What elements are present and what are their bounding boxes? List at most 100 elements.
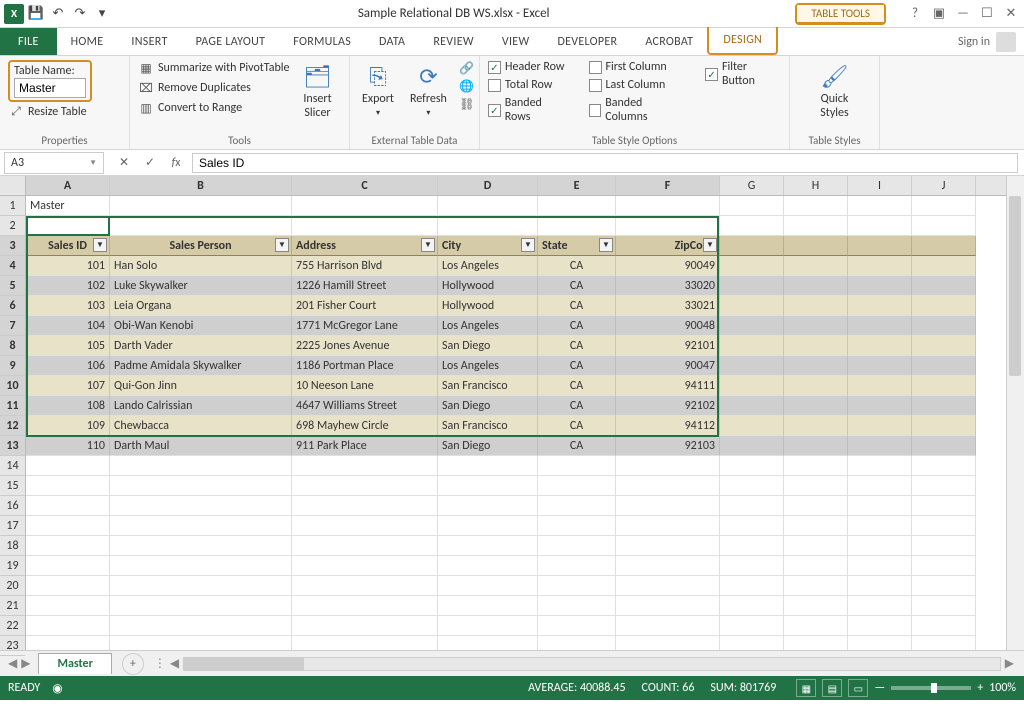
cell[interactable]: CA (538, 336, 616, 356)
cell[interactable] (848, 396, 912, 416)
cell[interactable] (848, 296, 912, 316)
cell[interactable] (720, 376, 784, 396)
cell[interactable]: 10 Neeson Lane (292, 376, 438, 396)
zoom-level[interactable]: 100% (989, 681, 1016, 695)
row-header[interactable]: 23 (0, 636, 25, 656)
row-header[interactable]: 4 (0, 256, 25, 276)
cell[interactable] (848, 336, 912, 356)
cell[interactable] (848, 276, 912, 296)
link-icon[interactable]: 🔗 (459, 60, 475, 76)
cell[interactable] (538, 616, 616, 636)
cell[interactable] (912, 216, 976, 236)
row-header[interactable]: 5 (0, 276, 25, 296)
column-header[interactable]: C (292, 176, 438, 195)
cell[interactable]: 102 (26, 276, 110, 296)
hscroll-menu-icon[interactable]: ⋮ (154, 656, 166, 671)
last-column-check[interactable]: Last Column (589, 78, 686, 92)
cell[interactable] (110, 616, 292, 636)
new-sheet-button[interactable]: + (122, 653, 144, 675)
cell[interactable]: Padme Amidala Skywalker (110, 356, 292, 376)
cell[interactable] (848, 376, 912, 396)
cell[interactable] (292, 476, 438, 496)
cell[interactable] (110, 536, 292, 556)
row-header[interactable]: 1 (0, 196, 25, 216)
cell[interactable] (784, 316, 848, 336)
cell[interactable]: CA (538, 296, 616, 316)
tab-design[interactable]: DESIGN (707, 27, 778, 55)
cell[interactable]: Hollywood (438, 276, 538, 296)
cell[interactable] (26, 596, 110, 616)
refresh-button[interactable]: ⟳Refresh▾ (406, 60, 451, 120)
row-header[interactable]: 7 (0, 316, 25, 336)
cell[interactable] (912, 376, 976, 396)
cell[interactable]: Los Angeles (438, 316, 538, 336)
cell[interactable]: Sales Person▼ (110, 236, 292, 256)
help-icon[interactable]: ? (906, 5, 924, 23)
cell[interactable] (538, 576, 616, 596)
cell[interactable] (616, 516, 720, 536)
tab-file[interactable]: FILE (0, 28, 57, 55)
sign-in-link[interactable]: Sign in (958, 35, 990, 49)
cell[interactable] (438, 196, 538, 216)
cell[interactable] (784, 416, 848, 436)
cell[interactable]: Darth Vader (110, 336, 292, 356)
cell[interactable]: 92101 (616, 336, 720, 356)
cell[interactable] (438, 496, 538, 516)
cell[interactable] (784, 576, 848, 596)
zoom-out-button[interactable]: — (874, 681, 885, 695)
cell[interactable]: Darth Maul (110, 436, 292, 456)
cell[interactable] (616, 596, 720, 616)
insert-slicer-button[interactable]: 🗂Insert Slicer (298, 60, 338, 122)
cell[interactable] (720, 416, 784, 436)
cell[interactable] (538, 216, 616, 236)
cell[interactable] (848, 456, 912, 476)
cell[interactable] (720, 596, 784, 616)
cell[interactable] (848, 236, 912, 256)
cell[interactable] (720, 276, 784, 296)
cell[interactable] (720, 536, 784, 556)
cell[interactable] (912, 476, 976, 496)
export-button[interactable]: ⎘Export▾ (358, 60, 398, 120)
cell[interactable] (720, 356, 784, 376)
tab-data[interactable]: DATA (365, 28, 419, 55)
cell[interactable]: Hollywood (438, 296, 538, 316)
cell[interactable]: 109 (26, 416, 110, 436)
scroll-thumb[interactable] (184, 658, 304, 670)
cell[interactable]: CA (538, 356, 616, 376)
tab-formulas[interactable]: FORMULAS (279, 28, 365, 55)
cell[interactable]: Luke Skywalker (110, 276, 292, 296)
cell[interactable] (292, 536, 438, 556)
cell[interactable] (912, 416, 976, 436)
tab-review[interactable]: REVIEW (419, 28, 488, 55)
cell[interactable]: 94112 (616, 416, 720, 436)
cell[interactable] (720, 216, 784, 236)
cell[interactable] (110, 576, 292, 596)
cell[interactable] (438, 596, 538, 616)
cell[interactable] (616, 556, 720, 576)
cell[interactable] (784, 536, 848, 556)
cell[interactable] (292, 516, 438, 536)
cell[interactable] (784, 396, 848, 416)
cell[interactable]: 33020 (616, 276, 720, 296)
cell[interactable] (616, 456, 720, 476)
row-header[interactable]: 15 (0, 476, 25, 496)
save-icon[interactable]: 💾 (26, 4, 46, 24)
tab-home[interactable]: HOME (57, 28, 118, 55)
cell[interactable] (538, 516, 616, 536)
cell[interactable] (848, 196, 912, 216)
table-name-input[interactable] (14, 78, 86, 98)
cell[interactable] (912, 496, 976, 516)
avatar-icon[interactable] (996, 32, 1016, 52)
cell[interactable] (784, 456, 848, 476)
cell[interactable]: 4647 Williams Street (292, 396, 438, 416)
ribbon-options-icon[interactable]: ▣ (930, 5, 948, 23)
cell[interactable] (26, 536, 110, 556)
cell[interactable] (110, 636, 292, 650)
cell[interactable]: Sales ID▼ (26, 236, 110, 256)
view-page-layout-icon[interactable]: ▤ (822, 679, 842, 697)
column-header[interactable]: J (912, 176, 976, 195)
cell[interactable] (784, 356, 848, 376)
undo-icon[interactable]: ↶ (48, 4, 68, 24)
cell[interactable] (26, 636, 110, 650)
first-column-check[interactable]: First Column (589, 60, 686, 74)
